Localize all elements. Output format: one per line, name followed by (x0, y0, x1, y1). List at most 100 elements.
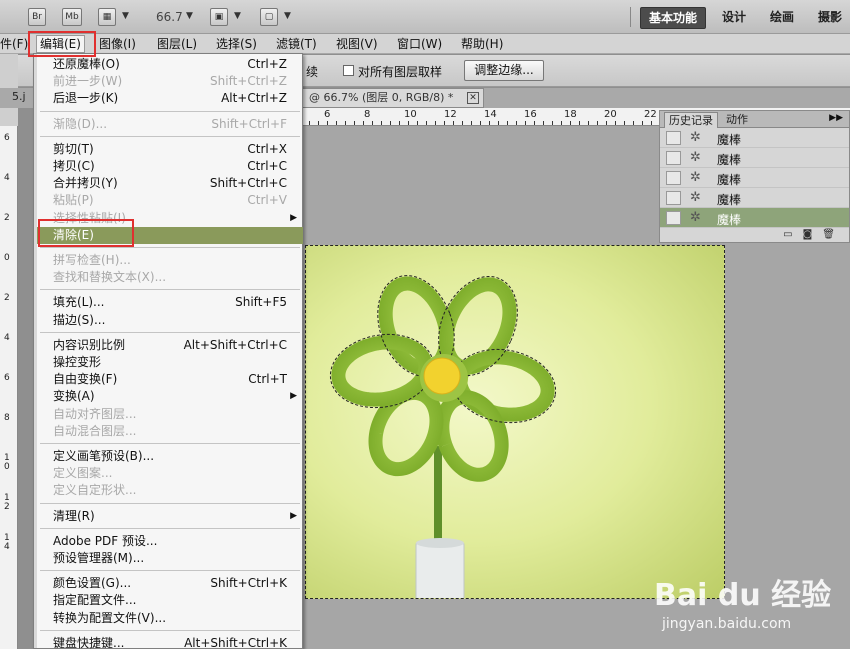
history-state-row[interactable]: ✲ 魔棒 (660, 128, 849, 148)
edit-menu-item[interactable]: 清除(E) (37, 226, 303, 244)
menu-item-label: 查找和替换文本(X)... (53, 270, 167, 285)
workspace-painting[interactable]: 绘画 (762, 7, 802, 29)
menu-help[interactable]: 帮助(H) (461, 36, 503, 52)
document-tab-partial[interactable]: 5.j (12, 90, 26, 103)
history-footer-icons[interactable]: ▭◙🗑 (783, 229, 845, 240)
menu-separator (40, 570, 300, 572)
menu-file[interactable]: 件(F) (0, 36, 28, 52)
edit-menu-item[interactable]: 自由变换(F) Ctrl+T (37, 371, 303, 388)
image-canvas[interactable] (305, 245, 725, 599)
menu-item-shortcut: Shift+Ctrl+C (209, 176, 287, 191)
edit-menu-item[interactable]: 指定配置文件... (37, 592, 303, 609)
menu-item-shortcut: Shift+Ctrl+F (211, 116, 287, 131)
workspace-design[interactable]: 设计 (714, 7, 754, 29)
edit-menu-item[interactable]: 颜色设置(G)... Shift+Ctrl+K (37, 575, 303, 592)
edit-menu-item[interactable]: 键盘快捷键... Alt+Shift+Ctrl+K (37, 635, 303, 649)
edit-menu-item: 前进一步(W) Shift+Ctrl+Z (37, 73, 303, 90)
edit-menu-item[interactable]: 操控变形 (37, 354, 303, 371)
ruler-number: 6 (4, 373, 10, 383)
edit-menu-item: 定义图案... (37, 465, 303, 482)
menu-item-label: 预设管理器(M)... (53, 551, 145, 565)
history-source-checkbox[interactable] (666, 191, 681, 205)
edit-menu-item[interactable]: 变换(A) ▶ (37, 388, 303, 405)
ruler-number: 4 (4, 173, 10, 183)
menu-item-shortcut: Ctrl+T (248, 372, 287, 387)
mini-bridge-icon[interactable]: Mb (62, 8, 82, 26)
menu-item-shortcut: Ctrl+X (247, 141, 287, 156)
tab-actions[interactable]: 动作 (722, 112, 752, 128)
menu-item-label: 选择性粘贴(I) (53, 210, 126, 225)
history-state-row[interactable]: ✲ 魔棒 (660, 208, 849, 228)
magic-wand-icon: ✲ (690, 190, 701, 205)
edit-menu-item[interactable]: 还原魔棒(O) Ctrl+Z (37, 56, 303, 73)
ruler-number: 2 (4, 293, 10, 303)
sample-all-layers-label: 对所有图层取样 (358, 65, 443, 79)
edit-menu-item[interactable]: Adobe PDF 预设... (37, 533, 303, 550)
menu-separator (40, 135, 300, 137)
edit-menu-item[interactable]: 定义画笔预设(B)... (37, 448, 303, 465)
history-state-label: 魔棒 (717, 213, 742, 227)
history-source-checkbox[interactable] (666, 171, 681, 185)
edit-menu-item[interactable]: 剪切(T) Ctrl+X (37, 141, 303, 158)
document-tab-title: @ 66.7% (图层 0, RGB/8) * (309, 91, 454, 104)
edit-menu-item[interactable]: 拷贝(C) Ctrl+C (37, 158, 303, 175)
screen-mode-icon[interactable]: ▢ (260, 8, 278, 26)
sample-all-layers-checkbox[interactable] (343, 65, 354, 76)
ruler-number: 18 (564, 109, 577, 120)
view-extras-icon[interactable]: ▦ (98, 8, 116, 26)
tab-history[interactable]: 历史记录 (664, 112, 718, 128)
menu-item-label: 清除(E) (53, 227, 94, 242)
edit-menu-item[interactable]: 填充(L)... Shift+F5 (37, 294, 303, 311)
menu-item-label: 剪切(T) (53, 141, 94, 156)
ruler-number: 20 (604, 109, 617, 120)
workspace-photography[interactable]: 摄影 (810, 7, 850, 29)
menu-filter[interactable]: 滤镜(T) (276, 36, 317, 52)
history-state-row[interactable]: ✲ 魔棒 (660, 168, 849, 188)
contiguous-label: 续 (306, 65, 319, 79)
zoom-level[interactable]: 66.7 (156, 10, 183, 24)
menu-image[interactable]: 图像(I) (99, 36, 136, 52)
edit-menu-item[interactable]: 清理(R) ▶ (37, 508, 303, 525)
bridge-icon[interactable]: Br (28, 8, 46, 26)
refine-edge-button[interactable]: 调整边缘... (464, 60, 544, 81)
chevron-down-icon[interactable]: ▼ (186, 11, 193, 21)
history-panel: 历史记录 动作 ▶▶ ✲ 魔棒 ✲ 魔棒 ✲ 魔棒 ✲ 魔棒 ✲ 魔棒 ▭◙🗑 (659, 110, 850, 243)
menu-item-label: 自由变换(F) (53, 372, 118, 387)
workspace-essentials[interactable]: 基本功能 (640, 7, 707, 29)
edit-menu-item[interactable]: 预设管理器(M)... (37, 550, 303, 567)
chevron-down-icon[interactable]: ▼ (234, 11, 241, 21)
menu-window[interactable]: 窗口(W) (397, 36, 442, 52)
menu-separator (40, 443, 300, 444)
ruler-number: 6 (4, 133, 10, 143)
edit-menu-item[interactable]: 内容识别比例 Alt+Shift+Ctrl+C (37, 337, 303, 354)
menu-item-shortcut: Shift+F5 (235, 295, 287, 310)
edit-menu-dropdown: 还原魔棒(O) Ctrl+Z 前进一步(W) Shift+Ctrl+Z 后退一步(K) A… (33, 53, 303, 649)
menu-edit[interactable]: 编辑(E) (36, 35, 85, 53)
chevron-down-icon[interactable]: ▼ (122, 11, 129, 21)
menu-item-label: Adobe PDF 预设... (53, 533, 158, 548)
history-source-checkbox[interactable] (666, 131, 681, 145)
edit-menu-item[interactable]: 后退一步(K) Alt+Ctrl+Z (37, 90, 303, 107)
history-source-checkbox[interactable] (666, 211, 681, 225)
edit-menu-item[interactable]: 转换为配置文件(V)... (37, 610, 303, 627)
menu-bar: 件(F) 编辑(E) 图像(I) 图层(L) 选择(S) 滤镜(T) 视图(V)… (0, 34, 850, 54)
close-icon[interactable]: ✕ (467, 92, 479, 104)
history-source-checkbox[interactable] (666, 151, 681, 165)
menu-select[interactable]: 选择(S) (216, 36, 257, 52)
ruler-number: 12 (444, 109, 457, 120)
edit-menu-item: 定义自定形状... (37, 482, 303, 499)
panel-menu-icon[interactable]: ▶▶ (829, 113, 843, 123)
menu-view[interactable]: 视图(V) (336, 36, 378, 52)
history-state-row[interactable]: ✲ 魔棒 (660, 188, 849, 208)
arrange-documents-icon[interactable]: ▣ (210, 8, 228, 26)
chevron-down-icon[interactable]: ▼ (284, 11, 291, 21)
document-tab[interactable]: @ 66.7% (图层 0, RGB/8) * ✕ (300, 88, 484, 108)
edit-menu-item[interactable]: 描边(S)... (37, 312, 303, 329)
edit-menu-item[interactable]: 合并拷贝(Y) Shift+Ctrl+C (37, 175, 303, 192)
menu-separator (40, 502, 300, 504)
menu-layer[interactable]: 图层(L) (157, 36, 197, 52)
ruler-number: 14 (484, 109, 497, 120)
baidu-watermark: Bai du 经验 jingyan.baidu.com (652, 560, 848, 646)
history-state-row[interactable]: ✲ 魔棒 (660, 148, 849, 168)
menu-item-shortcut: Alt+Shift+Ctrl+K (184, 635, 287, 649)
